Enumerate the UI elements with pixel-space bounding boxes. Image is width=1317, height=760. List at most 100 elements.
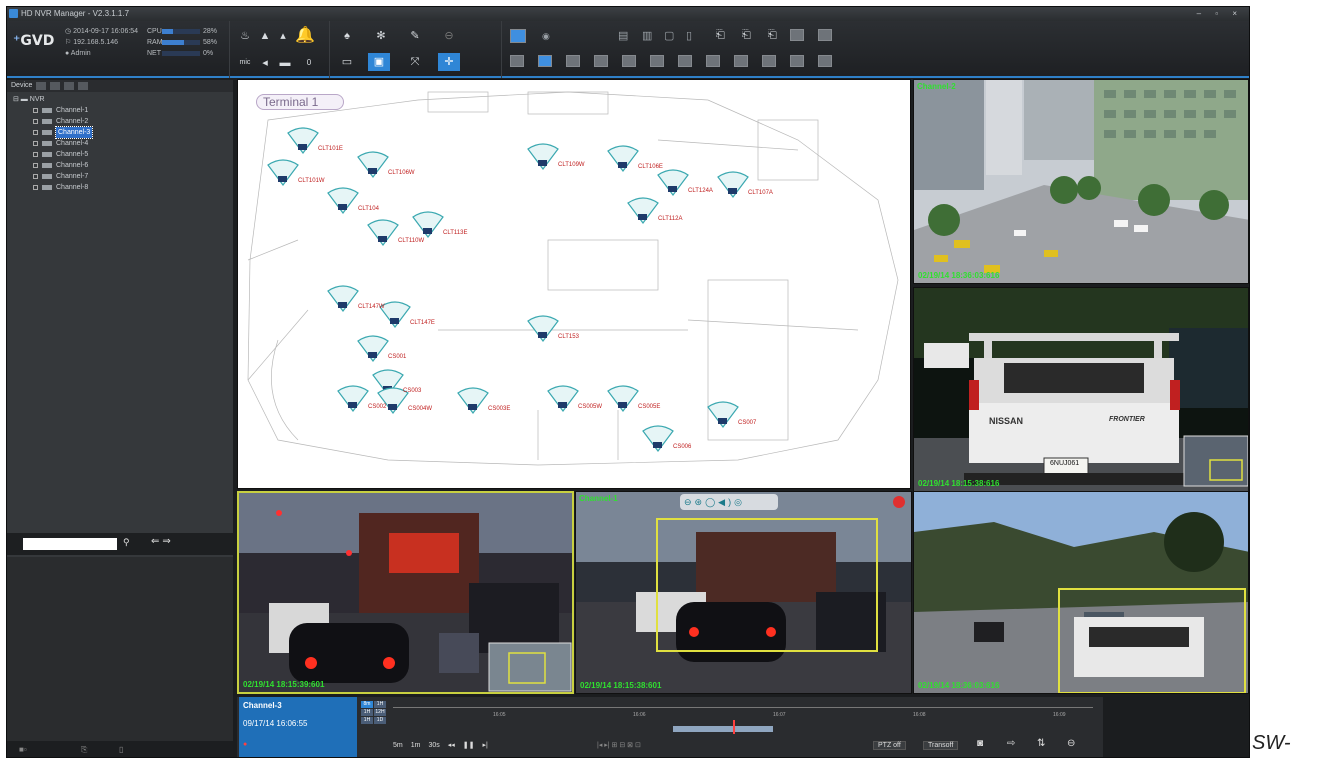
transoff-button[interactable]: Transoff <box>923 741 959 750</box>
layout-grid-icon[interactable] <box>678 55 692 67</box>
map-camera-icon[interactable] <box>607 385 639 412</box>
link-icon[interactable]: ⊖ <box>438 27 460 45</box>
device-tree-channel[interactable]: Channel-8 <box>7 182 233 193</box>
expand-icon[interactable] <box>33 108 38 113</box>
timescale-button[interactable]: 1H <box>374 701 386 708</box>
layout-grid-icon[interactable] <box>594 55 608 67</box>
timescale-button[interactable]: 12H <box>374 709 386 716</box>
map-camera-icon[interactable] <box>527 143 559 170</box>
link-chain-icon[interactable]: ⊖ <box>1067 738 1075 749</box>
export2-icon[interactable]: ⎗ <box>742 29 751 42</box>
timescale-button[interactable]: 1D <box>374 717 386 724</box>
window-controls[interactable]: – ▫ × <box>1197 7 1243 21</box>
snapshot-icon[interactable]: ▤ <box>618 29 628 42</box>
frame-icon[interactable]: ▢ <box>664 29 674 42</box>
map-camera-icon[interactable] <box>547 385 579 412</box>
device-tree-channel[interactable]: Channel-3 <box>7 126 233 139</box>
map-camera-icon[interactable] <box>527 315 559 342</box>
layout-grid-icon[interactable] <box>790 55 804 67</box>
layout-grid-icon[interactable] <box>790 29 804 41</box>
device-tree-channel[interactable]: Channel-2 <box>7 116 233 127</box>
map-camera-icon[interactable] <box>707 401 739 428</box>
layout-single-icon[interactable] <box>510 29 526 43</box>
layout-grid-icon[interactable] <box>706 55 720 67</box>
emap-view[interactable]: Terminal 1 CLT101E CLT101W CLT104 CLT106W CL… <box>237 79 911 489</box>
speaker-low-icon[interactable]: ▴ <box>272 27 294 45</box>
video-view-channel-2[interactable]: Channel-2 02/19/14 18:36:03:616 <box>913 79 1249 284</box>
jump-1m-button[interactable]: 1m <box>411 742 421 749</box>
layout-grid-icon[interactable] <box>734 55 748 67</box>
panel-footer-icon-2[interactable]: ⎘ <box>81 745 87 755</box>
alert-icon[interactable]: ♠ <box>336 27 358 45</box>
event-tab-icon[interactable] <box>78 82 89 90</box>
map-tab-icon[interactable] <box>36 82 47 90</box>
expand-icon[interactable] <box>33 141 38 146</box>
timeline-bar[interactable]: 16:05 16:06 16:07 16:08 16:09 <box>393 707 1093 734</box>
map-camera-icon[interactable] <box>657 169 689 196</box>
map-camera-icon[interactable] <box>457 387 489 414</box>
layout-grid-icon[interactable] <box>566 55 580 67</box>
video-view-highway[interactable]: 02/19/14 18:36:03:616 <box>913 491 1249 694</box>
jump-5m-button[interactable]: 5m <box>393 742 403 749</box>
export1-icon[interactable]: ⎗ <box>716 29 725 42</box>
video-view-truck[interactable]: NISSAN FRONTIER 6NUJ061 02/19/14 18:15:3… <box>913 287 1249 492</box>
timescale-button[interactable]: 1H <box>361 709 373 716</box>
map-camera-icon[interactable] <box>607 145 639 172</box>
mic-icon[interactable]: mic <box>234 54 256 72</box>
layout-grid-icon[interactable] <box>818 55 832 67</box>
record-indicator-icon[interactable] <box>893 496 905 508</box>
layout-grid-icon[interactable] <box>818 29 832 41</box>
volume-icon[interactable]: ◂ <box>254 54 276 72</box>
layout-grid-icon[interactable] <box>538 55 552 67</box>
expand-icon[interactable] <box>33 152 38 157</box>
map-camera-icon[interactable] <box>367 219 399 246</box>
layout-grid-icon[interactable] <box>622 55 636 67</box>
playhead[interactable] <box>733 720 735 734</box>
timescale-button[interactable]: 8m <box>361 701 373 708</box>
map-camera-icon[interactable] <box>627 197 659 224</box>
expand-icon[interactable] <box>33 119 38 124</box>
ptz-control-bar[interactable]: ⊖⊛◯◀)◎ <box>680 494 778 510</box>
export3-icon[interactable]: ⎗ <box>768 29 777 42</box>
jump-30s-button[interactable]: 30s <box>428 742 439 749</box>
timescale-button[interactable]: 1H <box>361 717 373 724</box>
device-tree-channel[interactable]: Channel-4 <box>7 138 233 149</box>
rewind-icon[interactable]: ◂◂ <box>448 742 455 749</box>
map-camera-icon[interactable] <box>412 211 444 238</box>
map-camera-icon[interactable] <box>337 385 369 412</box>
layout-misc-icon[interactable]: ◉ <box>542 31 550 42</box>
expand-icon[interactable] <box>33 163 38 168</box>
panel-footer-icon-3[interactable]: ▯ <box>119 745 123 754</box>
device-tree-channel[interactable]: Channel-7 <box>7 171 233 182</box>
device-tree-channel[interactable]: Channel-1 <box>7 105 233 116</box>
map-camera-icon[interactable] <box>357 335 389 362</box>
pause-icon[interactable]: ❚❚ <box>463 742 475 749</box>
device-tree-channel[interactable]: Channel-5 <box>7 149 233 160</box>
record-icon[interactable]: ▥ <box>642 29 652 42</box>
volume-slider[interactable]: ▬ <box>274 54 296 72</box>
map-camera-icon[interactable] <box>717 171 749 198</box>
device-tab[interactable]: Device <box>11 80 32 92</box>
device-search-input[interactable] <box>23 538 117 550</box>
map-camera-icon[interactable] <box>642 425 674 452</box>
layout-grid-icon[interactable] <box>650 55 664 67</box>
camera-snapshot-icon[interactable]: ◙ <box>977 738 983 749</box>
list-tab-icon[interactable] <box>64 82 75 90</box>
fullview-icon[interactable]: ▣ <box>368 53 390 71</box>
settings-icon[interactable]: ✻ <box>370 27 392 45</box>
sync-icon[interactable]: ⇅ <box>1037 738 1045 749</box>
device-tree-channel[interactable]: Channel-6 <box>7 160 233 171</box>
panel-footer-icon-1[interactable]: ■▫ <box>19 745 27 754</box>
save-icon[interactable]: ▯ <box>686 29 692 42</box>
map-camera-icon[interactable] <box>267 159 299 186</box>
map-camera-icon[interactable] <box>357 151 389 178</box>
video-view-channel-1[interactable]: ⊖⊛◯◀)◎ Channel-1 02/19/14 18:15:38:601 <box>575 491 912 694</box>
group-tab-icon[interactable] <box>50 82 61 90</box>
folder-icon[interactable]: ▭ <box>336 53 358 71</box>
step-icon[interactable]: ▸| <box>483 742 488 749</box>
expand-icon[interactable] <box>33 174 38 179</box>
expand-icon[interactable] <box>33 185 38 190</box>
layout-grid-icon[interactable] <box>510 55 524 67</box>
expand-icon[interactable] <box>33 130 38 135</box>
layout-grid-icon[interactable] <box>762 55 776 67</box>
